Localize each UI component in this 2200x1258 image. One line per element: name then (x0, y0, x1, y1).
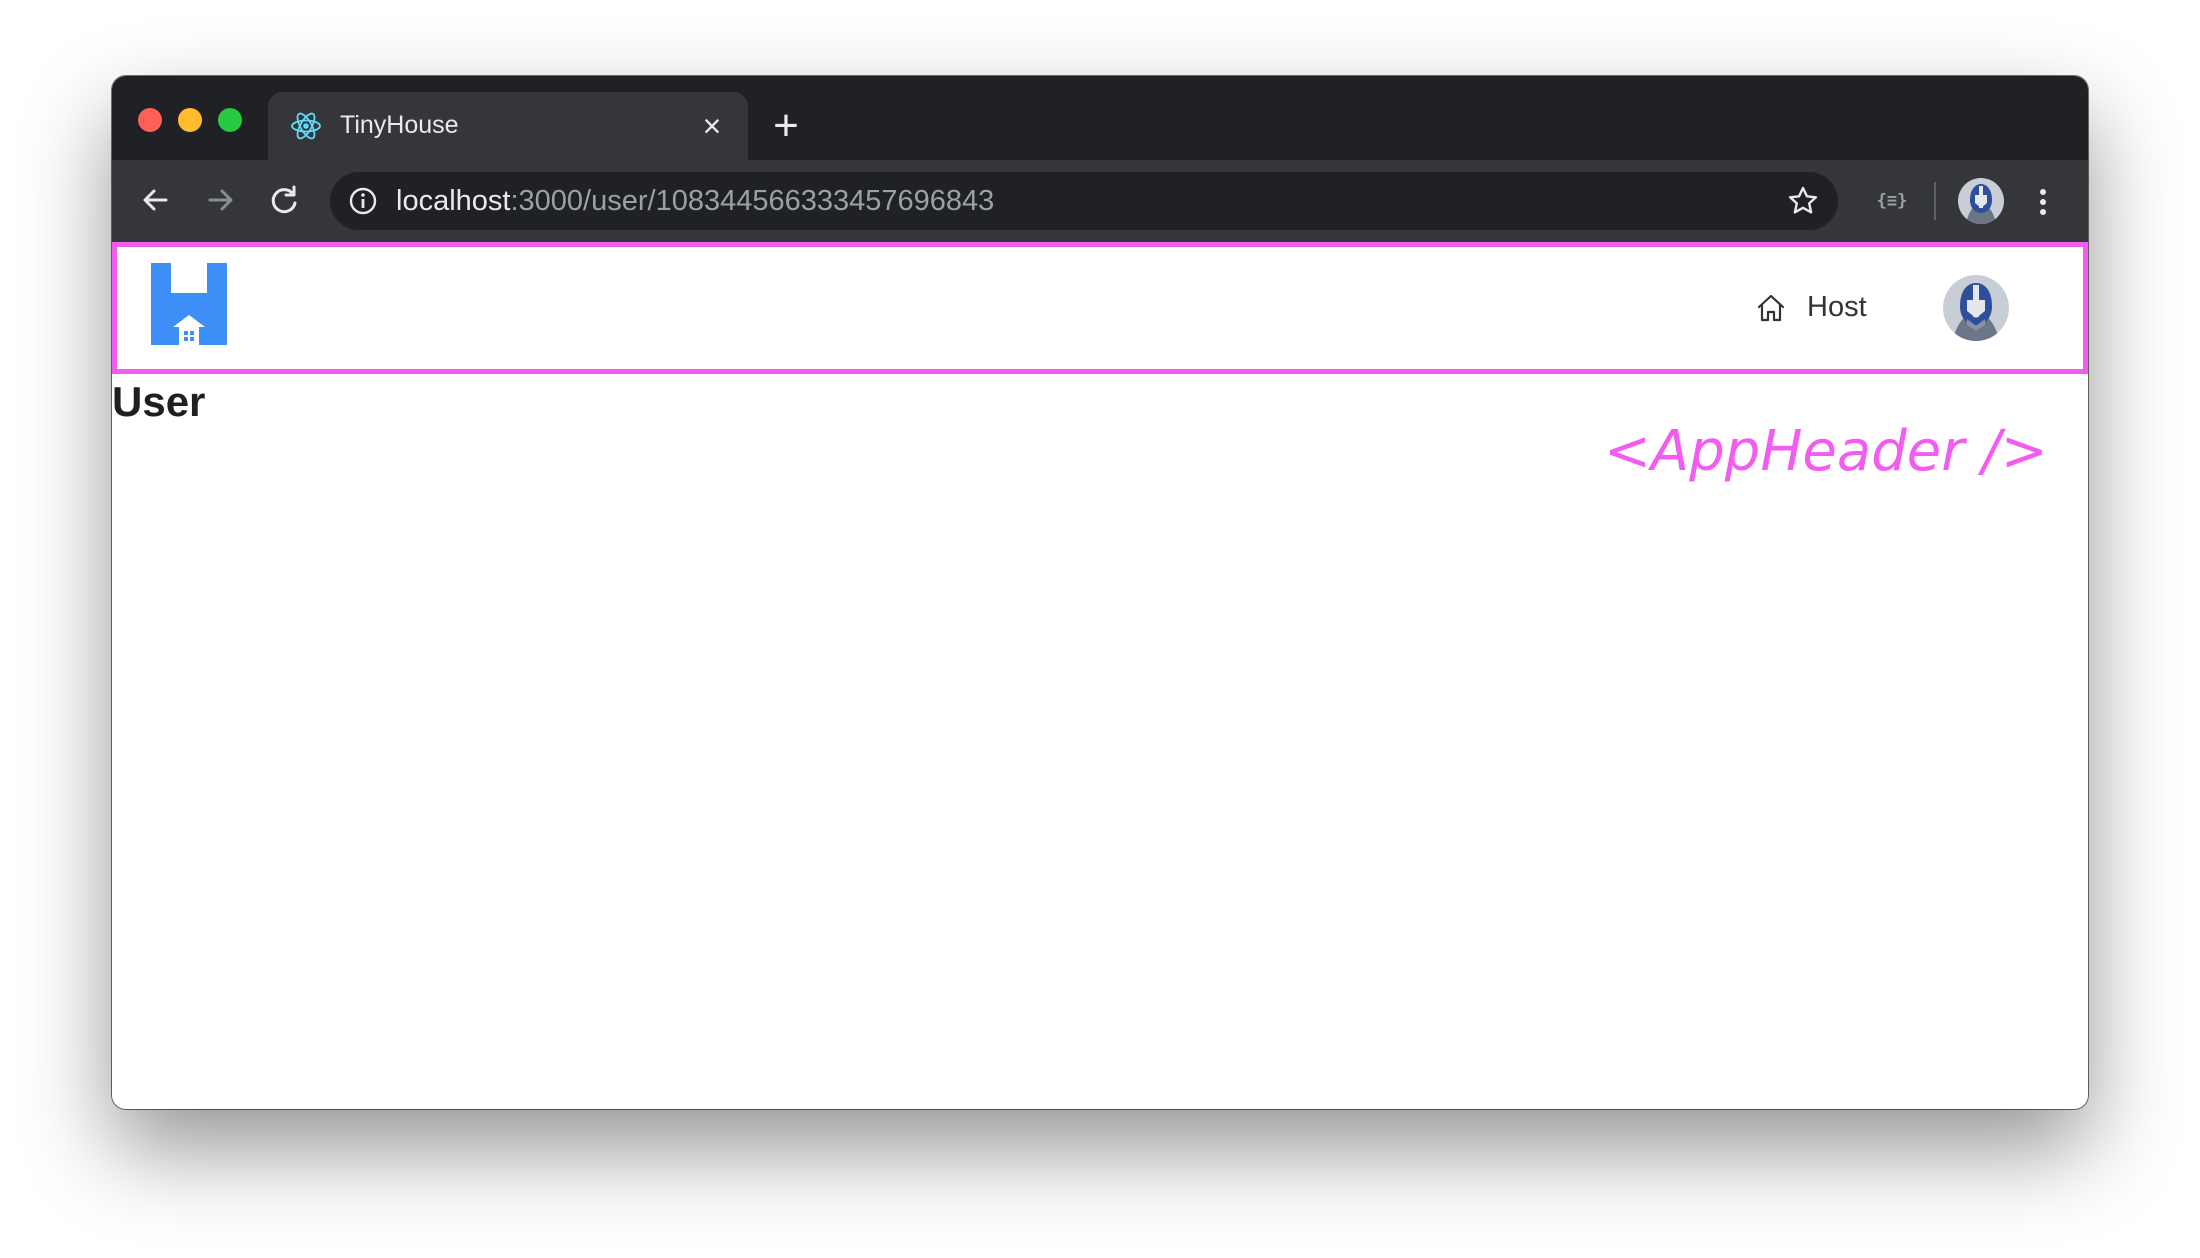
app-header-annotation: <AppHeader /> (1604, 419, 2048, 484)
tab-title: TinyHouse (340, 111, 459, 139)
extension-icon[interactable]: {≡} (1872, 186, 1912, 216)
home-icon (1757, 294, 1785, 322)
host-label: Host (1807, 291, 1867, 323)
close-icon[interactable]: × (694, 108, 730, 144)
toolbar-divider (1934, 182, 1936, 220)
info-icon[interactable] (348, 186, 378, 216)
star-icon[interactable] (1786, 184, 1820, 218)
browser-toolbar: localhost:3000/user/10834456633345769684… (112, 160, 2088, 242)
tab-tinyhouse[interactable]: TinyHouse × (268, 92, 748, 160)
profile-avatar[interactable] (1958, 178, 2004, 224)
reload-icon[interactable] (262, 178, 306, 222)
arrow-left-icon[interactable] (134, 178, 178, 222)
url-text[interactable]: localhost:3000/user/10834456633345769684… (396, 185, 994, 218)
annotation-text: <AppHeader /> (1604, 419, 2048, 484)
window-close-button[interactable] (138, 108, 162, 132)
page-viewport: Host User <AppHeader /> (112, 242, 2088, 1109)
browser-window: TinyHouse × + localhost:3000/user/108344… (112, 76, 2088, 1109)
window-maximize-button[interactable] (218, 108, 242, 132)
app-header: Host (112, 242, 2088, 374)
window-minimize-button[interactable] (178, 108, 202, 132)
url-path: :3000/user/108344566333457696843 (510, 185, 995, 217)
kebab-menu-icon[interactable] (2028, 182, 2058, 222)
arrow-right-icon[interactable] (198, 178, 242, 222)
plus-icon[interactable]: + (766, 104, 806, 148)
tinyhouse-logo[interactable] (151, 263, 227, 345)
page-title: User (112, 378, 206, 425)
react-logo-icon (291, 112, 321, 140)
user-avatar[interactable] (1943, 275, 2009, 341)
address-bar[interactable]: localhost:3000/user/10834456633345769684… (330, 172, 1838, 230)
tab-strip: TinyHouse × + (112, 76, 2088, 160)
url-host: localhost (396, 185, 511, 217)
